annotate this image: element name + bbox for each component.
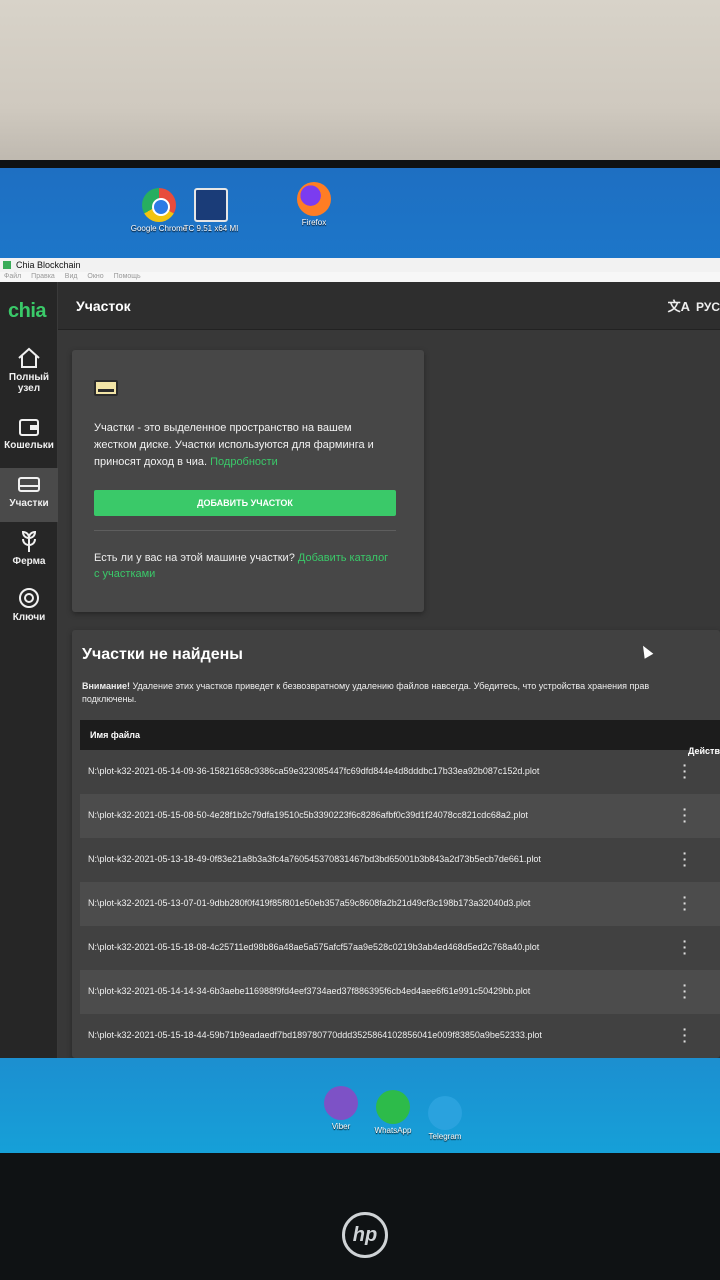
table-row: N:\plot-k32-2021-05-14-09-36-15821658c93… — [80, 750, 720, 794]
column-filename[interactable]: Имя файла — [90, 730, 140, 740]
divider — [94, 530, 396, 531]
question-text: Есть ли у вас на этой машине участки? — [94, 552, 295, 564]
plots-question: Есть ли у вас на этой машине участки? До… — [94, 550, 396, 582]
keys-icon — [19, 588, 39, 608]
total-commander-icon — [194, 188, 228, 222]
sidebar-item-full-node[interactable]: Полный узел — [0, 342, 58, 406]
language-selector[interactable]: 文A РУС — [668, 296, 720, 315]
plots-not-found-card: Участки не найдены Внимание! Удаление эт… — [72, 630, 720, 1058]
farm-icon — [21, 530, 37, 552]
menu-file[interactable]: Файл — [4, 273, 21, 280]
sidebar-item-plots[interactable]: Участки — [0, 468, 58, 522]
more-actions-icon[interactable]: · · · — [680, 802, 690, 828]
sidebar-item-label: Ферма — [12, 556, 46, 567]
window-titlebar[interactable]: Chia Blockchain — [0, 258, 720, 272]
window-title: Chia Blockchain — [16, 260, 81, 270]
more-actions-icon[interactable]: · · · — [680, 1022, 690, 1048]
home-icon — [18, 347, 40, 368]
desktop-icon-label: Firefox — [301, 218, 327, 227]
more-actions-icon[interactable]: · · · — [680, 758, 690, 784]
wallet-icon — [19, 419, 39, 436]
viber-icon — [324, 1086, 358, 1120]
desktop-icon-firefox[interactable]: Firefox — [277, 182, 351, 228]
page-header: Участок 文A РУС — [58, 282, 720, 330]
hp-logo: hp — [342, 1212, 388, 1258]
warning-text: Удаление этих участков приведет к безвоз… — [132, 681, 650, 691]
menu-view[interactable]: Вид — [65, 273, 78, 280]
warning-label: Внимание! — [82, 681, 130, 691]
menu-edit[interactable]: Правка — [31, 273, 55, 280]
warning-tail: подключены. — [82, 694, 137, 704]
plot-filename: N:\plot-k32-2021-05-15-18-44-59b71b9eada… — [88, 1030, 542, 1040]
sidebar-item-label: Кошельки — [4, 440, 54, 451]
main-content: Участки - это выделенное пространство на… — [58, 330, 720, 1058]
translate-icon: 文A — [667, 299, 691, 314]
sidebar-item-farm[interactable]: Ферма — [0, 526, 58, 580]
plots-not-found-title: Участки не найдены — [82, 646, 243, 663]
chia-app-window: Chia Blockchain Файл Правка Вид Окно Пом… — [0, 258, 720, 1058]
desktop-icon-total-commander[interactable]: TC 9.51 x64 MI — [174, 188, 248, 234]
drive-icon — [18, 477, 40, 492]
menu-help[interactable]: Помощь — [114, 273, 141, 280]
more-actions-icon[interactable]: · · · — [680, 978, 690, 1004]
whatsapp-icon — [376, 1090, 410, 1124]
table-row: N:\plot-k32-2021-05-15-18-44-59b71b9eada… — [80, 1014, 720, 1058]
plot-filename: N:\plot-k32-2021-05-14-14-34-6b3aebe1169… — [88, 986, 531, 996]
page-title: Участок — [76, 298, 131, 314]
table-row: N:\plot-k32-2021-05-13-07-01-9dbb280f0f4… — [80, 882, 720, 926]
table-header: Имя файла Действ — [80, 720, 720, 756]
sidebar-item-label: Ключи — [12, 612, 46, 623]
desktop-bottom-area: Viber WhatsApp Telegram — [0, 1058, 720, 1153]
more-actions-icon[interactable]: · · · — [680, 934, 690, 960]
firefox-icon — [297, 182, 331, 216]
table-row: N:\plot-k32-2021-05-14-14-34-6b3aebe1169… — [80, 970, 720, 1014]
table-row: N:\plot-k32-2021-05-15-08-50-4e28f1b2c79… — [80, 794, 720, 838]
delete-warning: Внимание! Удаление этих участков приведе… — [82, 680, 720, 706]
plot-filename: N:\plot-k32-2021-05-13-18-49-0f83e21a8b3… — [88, 854, 541, 864]
plots-intro-text: Участки - это выделенное пространство на… — [94, 420, 394, 471]
sidebar-item-wallets[interactable]: Кошельки — [0, 410, 58, 464]
plot-filename: N:\plot-k32-2021-05-15-08-50-4e28f1b2c79… — [88, 810, 528, 820]
plots-intro-card: Участки - это выделенное пространство на… — [72, 350, 424, 612]
chia-app-icon — [3, 261, 11, 269]
desktop-icon-label: TC 9.51 x64 MI — [183, 224, 239, 233]
sidebar-item-keys[interactable]: Ключи — [0, 582, 58, 636]
learn-more-link[interactable]: Подробности — [210, 456, 278, 468]
more-actions-icon[interactable]: · · · — [680, 890, 690, 916]
language-label: РУС — [696, 300, 720, 314]
wall-background — [0, 0, 720, 180]
plot-filename: N:\plot-k32-2021-05-13-07-01-9dbb280f0f4… — [88, 898, 531, 908]
table-row: N:\plot-k32-2021-05-15-18-08-4c25711ed98… — [80, 926, 720, 970]
sidebar: chia Полный узел Кошельки Участки Ферма … — [0, 282, 58, 1058]
desktop-icon-telegram[interactable]: Telegram — [408, 1096, 482, 1142]
plots-table-body: N:\plot-k32-2021-05-14-09-36-15821658c93… — [80, 750, 720, 1058]
plot-filename: N:\plot-k32-2021-05-15-18-08-4c25711ed98… — [88, 942, 540, 952]
chia-brand-logo: chia — [8, 300, 47, 322]
table-row: N:\plot-k32-2021-05-13-18-49-0f83e21a8b3… — [80, 838, 720, 882]
telegram-icon — [428, 1096, 462, 1130]
sidebar-item-label: Участки — [9, 498, 49, 509]
desktop-icon-label: Telegram — [428, 1132, 462, 1141]
more-actions-icon[interactable]: · · · — [680, 846, 690, 872]
hard-drive-icon — [94, 380, 118, 396]
chrome-icon — [142, 188, 176, 222]
add-plot-button[interactable]: Добавить участок — [94, 490, 396, 516]
sidebar-item-label: Полный узел — [8, 372, 50, 394]
menu-bar: Файл Правка Вид Окно Помощь — [0, 272, 720, 282]
plot-filename: N:\plot-k32-2021-05-14-09-36-15821658c93… — [88, 766, 540, 776]
menu-window[interactable]: Окно — [87, 273, 103, 280]
